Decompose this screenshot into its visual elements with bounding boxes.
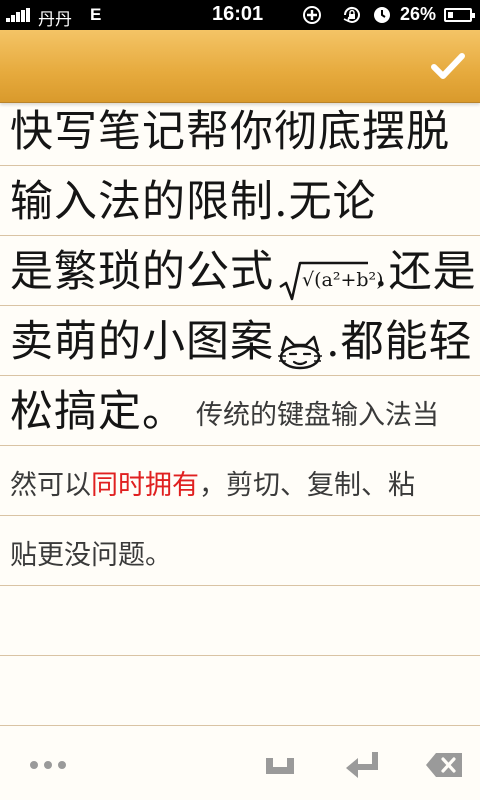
note-line-5: 松搞定。 传统的键盘输入法当 (10, 375, 439, 445)
ruled-line (0, 655, 480, 656)
add-circle-icon (303, 6, 321, 24)
network-type: E (90, 5, 102, 24)
typed-text: ，剪切、复制、粘 (199, 470, 415, 501)
handwritten-text: .都能轻 (326, 317, 473, 367)
note-line-3: 是繁琐的公式 √(a²+b²) .还是 (10, 235, 477, 305)
carrier-name: 丹丹 (38, 10, 72, 30)
formula-text: √(a²+b²) (302, 269, 384, 291)
handwritten-text: 卖萌的小图案 (10, 317, 274, 367)
battery-icon (444, 8, 475, 22)
signal-strength-icon (6, 8, 32, 22)
note-line-7: 贴更没问题。 (10, 515, 172, 585)
ruled-line (0, 585, 480, 586)
typed-text: 然可以 (10, 470, 91, 501)
cat-face-icon (278, 335, 322, 370)
enter-icon[interactable] (344, 748, 382, 782)
bottom-toolbar (0, 730, 480, 800)
note-line-6: 然可以 同时拥有 ，剪切、复制、粘 (10, 445, 415, 515)
handwritten-text: 快写笔记帮你彻底摆脱 (10, 107, 450, 157)
handwritten-text: 输入法的限制.无论 (10, 177, 377, 227)
handwritten-text: 是繁琐的公式 (10, 247, 274, 297)
ruled-line (0, 725, 480, 726)
cat-doodle-icon (276, 329, 324, 375)
handwritten-text: .还是 (374, 247, 477, 297)
note-canvas[interactable]: 快写笔记帮你彻底摆脱 输入法的限制.无论 是繁琐的公式 √(a²+b²) .还是… (0, 102, 480, 750)
note-line-2: 输入法的限制.无论 (10, 165, 377, 235)
handwritten-text: 松搞定。 (10, 387, 186, 437)
clock-icon (374, 7, 390, 23)
note-line-4: 卖萌的小图案 .都能轻 (10, 305, 473, 375)
rotation-lock-icon (343, 6, 360, 23)
status-bar: 丹丹 E 16:01 26% (0, 0, 480, 30)
battery-percent: 26% (400, 4, 437, 24)
backspace-icon[interactable] (424, 748, 464, 782)
note-header (0, 30, 480, 103)
more-dots-icon[interactable] (28, 748, 68, 782)
clock-time: 16:01 (212, 3, 264, 25)
note-line-1: 快写笔记帮你彻底摆脱 (10, 95, 450, 165)
typed-text: 贴更没问题。 (10, 540, 172, 571)
space-icon[interactable] (262, 748, 298, 782)
handwritten-formula: √(a²+b²) (278, 259, 384, 305)
highlighted-text: 同时拥有 (91, 470, 199, 501)
checkmark-icon[interactable] (428, 46, 468, 86)
typed-text: 传统的键盘输入法当 (196, 400, 439, 431)
